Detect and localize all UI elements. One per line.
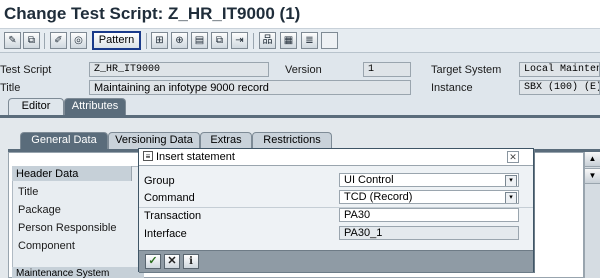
- tab-general-data[interactable]: General Data: [20, 132, 108, 149]
- hd-title-label: Title: [18, 186, 39, 198]
- find-icon[interactable]: ⊕: [171, 32, 188, 49]
- hd-package-label: Package: [18, 204, 61, 216]
- layout-icon[interactable]: ▦: [280, 32, 297, 49]
- tab-extras-label: Extras: [210, 134, 242, 146]
- target-system-label: Target System: [431, 64, 502, 76]
- instance-field[interactable]: SBX (100) (E): [519, 80, 600, 95]
- transaction-field[interactable]: PA30: [339, 208, 519, 222]
- scroll-down-icon[interactable]: ▼: [585, 168, 600, 184]
- copy-icon[interactable]: ⧉: [211, 32, 228, 49]
- tree-icon[interactable]: 品: [259, 32, 276, 49]
- dialog-footer: ✓ ✕ i: [139, 250, 533, 272]
- info-icon[interactable]: i: [183, 254, 199, 269]
- activate-icon[interactable]: ◎: [70, 32, 87, 49]
- version-field[interactable]: 1: [363, 62, 411, 77]
- group-label: Group: [144, 175, 175, 187]
- move-icon[interactable]: ⇥: [231, 32, 248, 49]
- command-label: Command: [144, 192, 195, 204]
- replace-icon[interactable]: ▤: [191, 32, 208, 49]
- tab-versioning-data-label: Versioning Data: [115, 134, 193, 146]
- tab-versioning-data[interactable]: Versioning Data: [108, 132, 200, 149]
- dialog-title: Insert statement: [156, 151, 235, 163]
- hd-person-responsible-label: Person Responsible: [18, 222, 117, 234]
- target-system-field[interactable]: Local Mainten: [519, 62, 600, 77]
- tab-extras[interactable]: Extras: [200, 132, 252, 149]
- hd-component-label: Component: [18, 240, 75, 252]
- window-title: Change Test Script: Z_HR_IT9000 (1): [0, 0, 600, 28]
- tab-attributes[interactable]: Attributes: [64, 98, 126, 115]
- dialog-title-bar: ≡ Insert statement ✕: [139, 149, 533, 166]
- display-change-icon[interactable]: ⧉: [23, 32, 40, 49]
- insert-statement-dialog: ≡ Insert statement ✕ Group UI Control ▾ …: [138, 148, 534, 272]
- group-select[interactable]: UI Control ▾: [339, 173, 519, 187]
- command-select[interactable]: TCD (Record) ▾: [339, 190, 519, 204]
- instance-label: Instance: [431, 82, 473, 94]
- application-toolbar: ✎ ⧉ ✐ ◎ Pattern ⊞ ⊕ ▤ ⧉ ⇥ 品 ▦ ≣: [0, 28, 600, 53]
- tab-restrictions-label: Restrictions: [263, 134, 321, 146]
- list-icon[interactable]: ≣: [301, 32, 318, 49]
- vertical-scrollbar[interactable]: ▲ ▼: [584, 152, 600, 278]
- title-label: Title: [0, 82, 21, 94]
- header-data-label: Header Data: [16, 168, 79, 180]
- test-script-field[interactable]: Z_HR_IT9000: [89, 62, 269, 77]
- interface-label: Interface: [144, 228, 187, 240]
- dropdown-icon[interactable]: ▾: [505, 175, 517, 186]
- tab-general-data-label: General Data: [31, 134, 97, 146]
- title-field[interactable]: Maintaining an infotype 9000 record: [89, 80, 411, 95]
- blank-icon[interactable]: [321, 32, 338, 49]
- test-script-label: Test Script: [0, 64, 52, 76]
- interface-field[interactable]: PA30_1: [339, 226, 519, 240]
- tab-attributes-label: Attributes: [71, 100, 119, 112]
- close-icon[interactable]: ✕: [507, 151, 519, 163]
- confirm-check-icon[interactable]: ✓: [145, 254, 161, 269]
- group-select-value: UI Control: [344, 174, 394, 186]
- command-select-value: TCD (Record): [344, 191, 413, 203]
- cancel-x-icon[interactable]: ✕: [164, 254, 180, 269]
- dropdown-icon[interactable]: ▾: [505, 192, 517, 203]
- insert-row-icon[interactable]: ⊞: [151, 32, 168, 49]
- header-data-section-title: Header Data: [12, 166, 132, 181]
- tab-editor-label: Editor: [21, 100, 51, 112]
- pattern-button[interactable]: Pattern: [92, 31, 141, 50]
- check-syntax-icon[interactable]: ✐: [50, 32, 67, 49]
- maintenance-system-label: Maintenance System: [12, 267, 144, 278]
- dialog-window-icon: ≡: [143, 151, 153, 161]
- edit-pencil-icon[interactable]: ✎: [4, 32, 21, 49]
- version-label: Version: [285, 64, 322, 76]
- scroll-up-icon[interactable]: ▲: [585, 152, 600, 167]
- tab-editor[interactable]: Editor: [8, 98, 64, 115]
- tab-restrictions[interactable]: Restrictions: [252, 132, 332, 149]
- transaction-label: Transaction: [144, 210, 202, 222]
